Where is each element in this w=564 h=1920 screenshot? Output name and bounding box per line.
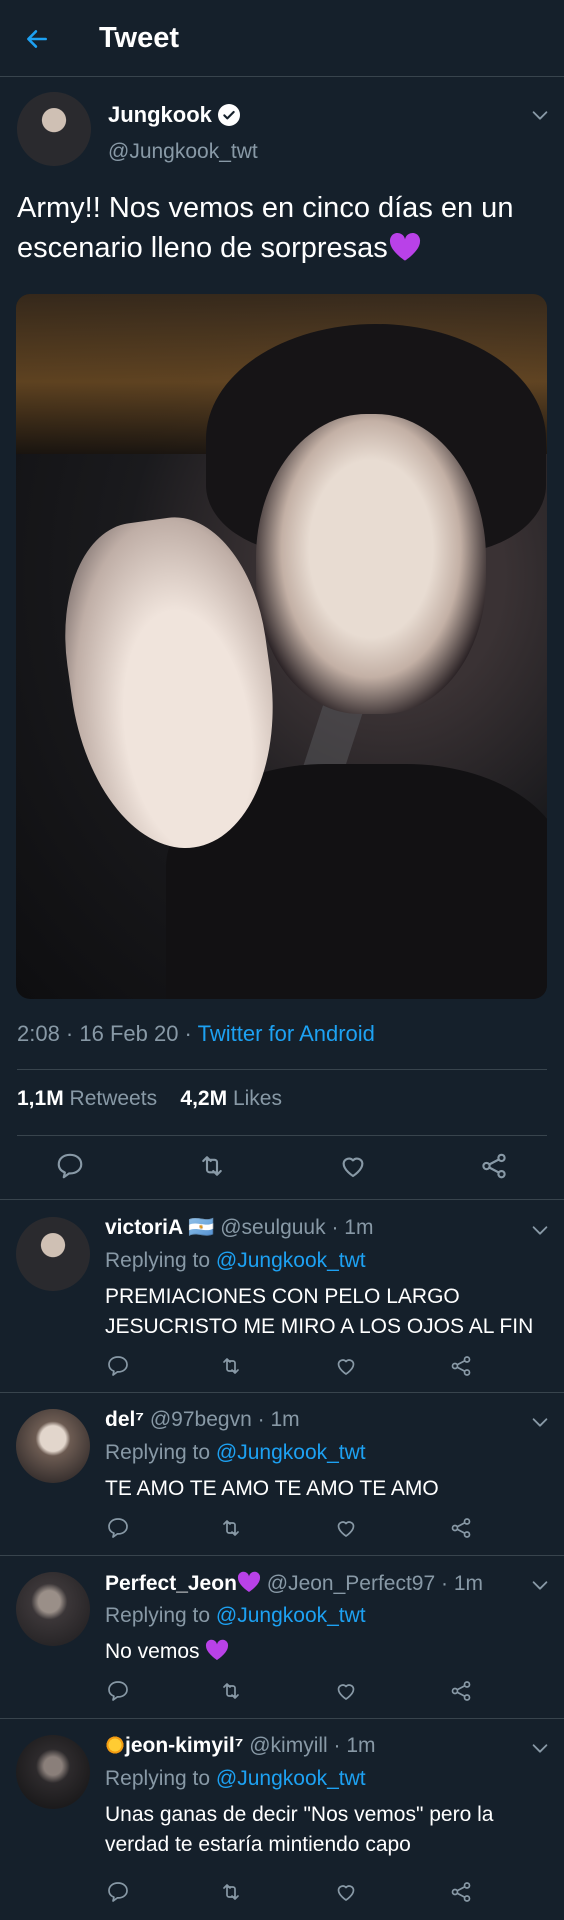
- replying-to: Replying to @Jungkook_twt: [105, 1441, 366, 1465]
- author-name-row[interactable]: Jungkook: [108, 102, 240, 128]
- share-icon[interactable]: [478, 1150, 510, 1182]
- like-icon[interactable]: [333, 1678, 359, 1704]
- tweet-source-link[interactable]: Twitter for Android: [198, 1021, 375, 1046]
- reply-handle[interactable]: @97begvn: [150, 1408, 252, 1431]
- retweet-icon[interactable]: [218, 1678, 244, 1704]
- reply-icon[interactable]: [105, 1879, 131, 1905]
- sun-icon: [105, 1735, 125, 1755]
- reply-icon[interactable]: [54, 1150, 86, 1182]
- replying-prefix: Replying to: [105, 1767, 216, 1790]
- reply-header: jeon-kimyil⁷ @kimyill · 1m: [105, 1734, 376, 1758]
- tweet-text: Army!! Nos vemos en cinco días en un esc…: [17, 188, 547, 268]
- avatar[interactable]: [16, 1409, 90, 1483]
- reply-time: 1m: [453, 1572, 484, 1595]
- reply-name[interactable]: del⁷: [105, 1408, 144, 1431]
- tweet-timestamp: 2:08 · 16 Feb 20 ·: [17, 1021, 198, 1046]
- retweet-icon[interactable]: [218, 1515, 244, 1541]
- divider: [17, 1135, 547, 1136]
- reply-time: 1m: [346, 1734, 376, 1757]
- author-handle[interactable]: @Jungkook_twt: [108, 140, 258, 164]
- reply-tweet[interactable]: victoriA 🇦🇷 @seulguuk · 1m Replying to @…: [0, 1201, 564, 1393]
- reply-tweet[interactable]: del⁷ @97begvn · 1m Replying to @Jungkook…: [0, 1393, 564, 1556]
- page-title: Tweet: [99, 22, 180, 54]
- tweet-stats: 1,1M Retweets 4,2M Likes: [17, 1087, 282, 1111]
- reply-time: 1m: [270, 1408, 300, 1431]
- reply-time: 1m: [344, 1216, 374, 1239]
- retweet-icon[interactable]: [218, 1353, 244, 1379]
- share-icon[interactable]: [448, 1515, 474, 1541]
- mention-link[interactable]: @Jungkook_twt: [216, 1441, 366, 1464]
- mention-link[interactable]: @Jungkook_twt: [216, 1767, 366, 1790]
- replying-prefix: Replying to: [105, 1604, 216, 1627]
- reply-handle[interactable]: @seulguuk: [220, 1216, 325, 1239]
- reply-icon[interactable]: [105, 1678, 131, 1704]
- reply-text: Unas ganas de decir "Nos vemos" pero la …: [105, 1803, 494, 1856]
- divider: [17, 1069, 547, 1070]
- verified-badge-icon: [217, 104, 240, 126]
- reply-tweet[interactable]: Perfect_Jeon @Jeon_Perfect97 · 1m Replyi…: [0, 1556, 564, 1719]
- reply-name[interactable]: victoriA 🇦🇷: [105, 1216, 214, 1239]
- reply-icon[interactable]: [105, 1515, 131, 1541]
- reply-handle[interactable]: @kimyill: [249, 1734, 327, 1757]
- avatar[interactable]: [16, 1735, 90, 1809]
- like-icon[interactable]: [333, 1353, 359, 1379]
- purple-heart-icon: [237, 1571, 261, 1593]
- retweet-icon[interactable]: [196, 1150, 228, 1182]
- purple-heart-icon: [205, 1639, 229, 1661]
- mention-link[interactable]: @Jungkook_twt: [216, 1604, 366, 1627]
- likes-label[interactable]: Likes: [233, 1087, 282, 1110]
- like-icon[interactable]: [333, 1515, 359, 1541]
- retweets-count[interactable]: 1,1M: [17, 1087, 64, 1110]
- mention-link[interactable]: @Jungkook_twt: [216, 1249, 366, 1272]
- chevron-down-icon[interactable]: [529, 1411, 551, 1433]
- chevron-down-icon[interactable]: [529, 1219, 551, 1241]
- reply-text: No vemos: [105, 1637, 550, 1667]
- replying-to: Replying to @Jungkook_twt: [105, 1604, 366, 1628]
- reply-handle[interactable]: @Jeon_Perfect97: [267, 1572, 435, 1595]
- reply-actions: [0, 1678, 564, 1708]
- reply-header: del⁷ @97begvn · 1m: [105, 1408, 300, 1431]
- author-name[interactable]: Jungkook: [108, 102, 212, 128]
- reply-icon[interactable]: [105, 1353, 131, 1379]
- reply-header: victoriA 🇦🇷 @seulguuk · 1m: [105, 1216, 374, 1239]
- avatar[interactable]: [16, 1572, 90, 1646]
- share-icon[interactable]: [448, 1678, 474, 1704]
- reply-actions: [0, 1353, 564, 1383]
- likes-count[interactable]: 4,2M: [180, 1087, 227, 1110]
- top-bar: Tweet: [0, 0, 564, 77]
- reply-name[interactable]: jeon-kimyil⁷: [125, 1734, 243, 1757]
- retweet-icon[interactable]: [218, 1879, 244, 1905]
- like-icon[interactable]: [337, 1150, 369, 1182]
- avatar[interactable]: [16, 1217, 90, 1291]
- chevron-down-icon[interactable]: [529, 1574, 551, 1596]
- tweet-actions: [0, 1150, 564, 1190]
- tweet-photo[interactable]: [16, 294, 547, 999]
- like-icon[interactable]: [333, 1879, 359, 1905]
- reply-text: PREMIACIONES CON PELO LARGO JESUCRISTO M…: [105, 1285, 534, 1338]
- replying-to: Replying to @Jungkook_twt: [105, 1767, 366, 1791]
- retweets-label[interactable]: Retweets: [70, 1087, 158, 1110]
- chevron-down-icon[interactable]: [529, 104, 551, 126]
- tweet-text-body: Army!! Nos vemos en cinco días en un esc…: [17, 192, 514, 264]
- purple-heart-icon: [388, 232, 422, 262]
- reply-tweet[interactable]: jeon-kimyil⁷ @kimyill · 1m Replying to @…: [0, 1719, 564, 1920]
- main-tweet: Jungkook @Jungkook_twt Army!! Nos vemos …: [0, 78, 564, 1200]
- share-icon[interactable]: [448, 1353, 474, 1379]
- reply-text-body: No vemos: [105, 1640, 200, 1663]
- replying-prefix: Replying to: [105, 1249, 216, 1272]
- share-icon[interactable]: [448, 1879, 474, 1905]
- reply-header: Perfect_Jeon @Jeon_Perfect97 · 1m: [105, 1571, 484, 1595]
- tweet-meta: 2:08 · 16 Feb 20 · Twitter for Android: [17, 1021, 375, 1047]
- reply-actions: [0, 1879, 564, 1909]
- reply-name[interactable]: Perfect_Jeon: [105, 1572, 237, 1595]
- replying-to: Replying to @Jungkook_twt: [105, 1249, 366, 1273]
- reply-actions: [0, 1515, 564, 1545]
- author-avatar[interactable]: [17, 92, 91, 166]
- chevron-down-icon[interactable]: [529, 1737, 551, 1759]
- replying-prefix: Replying to: [105, 1441, 216, 1464]
- reply-text: TE AMO TE AMO TE AMO TE AMO: [105, 1477, 439, 1500]
- back-arrow-icon[interactable]: [20, 22, 54, 56]
